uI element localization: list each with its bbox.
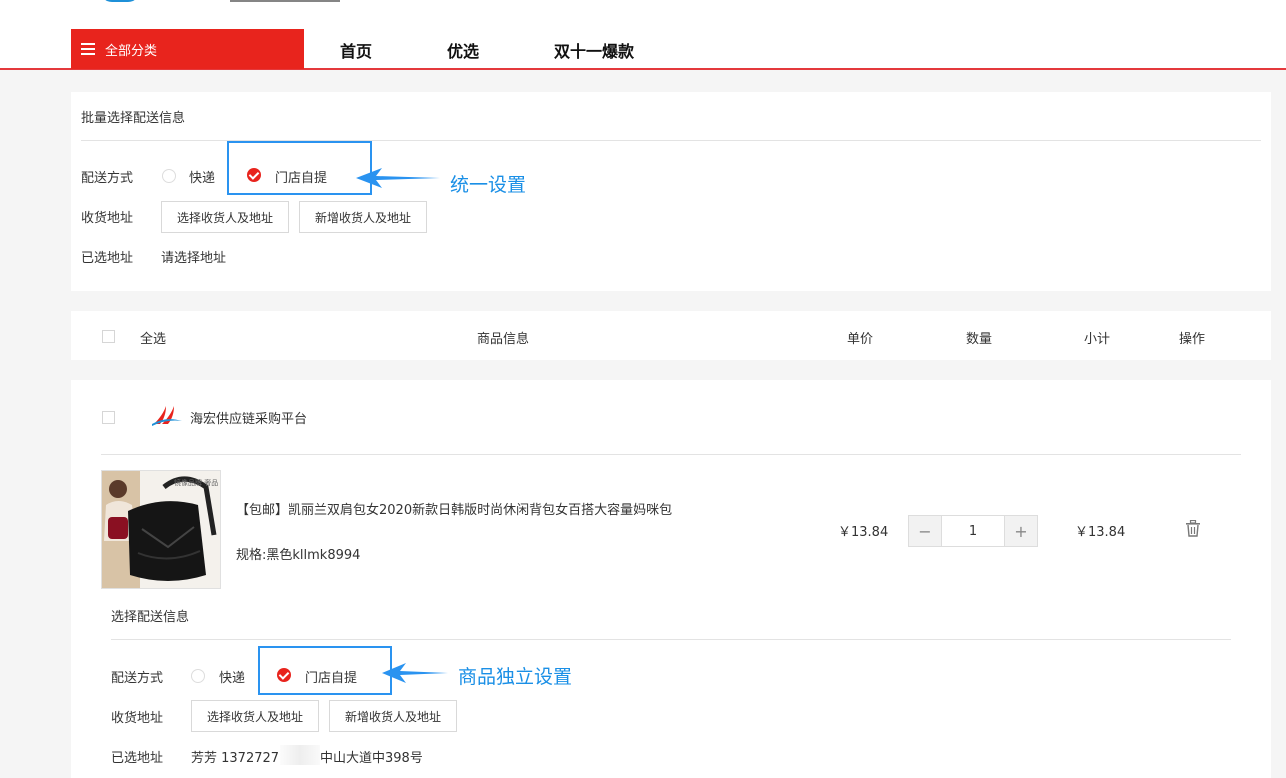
arrow-icon [356,168,440,188]
item-chosen-address-value: 芳芳 1372727 [191,751,280,766]
item-chosen-address-label: 已选地址 [111,751,164,766]
quantity-value[interactable]: 1 [941,516,1005,546]
item-pickup-label[interactable]: 门店自提 [305,667,357,686]
store-name[interactable]: 海宏供应链采购平台 [190,408,307,427]
item-express-radio[interactable] [191,669,205,683]
backpack-image: 镜像品牌 奢品 [102,471,220,588]
col-quantity: 数量 [966,332,993,347]
batch-delivery-title: 批量选择配送信息 [81,111,186,126]
select-all-label[interactable]: 全选 [140,328,166,347]
independent-setting-annotation: 商品独立设置 [458,666,573,688]
batch-pickup-radio[interactable] [247,168,261,182]
quantity-stepper: − 1 + [908,515,1038,547]
all-categories-label: 全部分类 [105,43,158,59]
batch-express-radio[interactable] [162,169,176,183]
quantity-plus-button[interactable]: + [1005,516,1037,546]
item-chosen-address-street: 中山大道中398号 [320,751,423,766]
batch-new-address-button[interactable]: 新增收货人及地址 [299,201,427,233]
batch-chosen-address-label: 已选地址 [81,251,134,266]
logo-text-fragment [230,0,340,2]
all-categories-button[interactable]: 全部分类 [71,29,304,69]
item-delivery-title: 选择配送信息 [111,610,190,625]
product-image[interactable]: 镜像品牌 奢品 [101,470,221,589]
batch-select-address-button[interactable]: 选择收货人及地址 [161,201,289,233]
batch-delivery-method-label: 配送方式 [81,171,134,186]
store-logo-icon [152,406,182,426]
store-checkbox[interactable] [102,411,115,424]
batch-chosen-address-value: 请选择地址 [161,251,227,266]
batch-express-label[interactable]: 快递 [189,167,215,186]
image-caption: 镜像品牌 奢品 [174,478,218,487]
col-actions: 操作 [1179,332,1206,347]
logo[interactable] [100,0,140,2]
item-select-address-button[interactable]: 选择收货人及地址 [191,700,319,732]
item-express-label[interactable]: 快递 [219,667,245,686]
product-spec: 规格:黑色kllmk8994 [236,548,361,563]
unified-setting-annotation: 统一设置 [450,174,527,196]
item-address-label: 收货地址 [111,711,164,726]
select-all-checkbox[interactable] [102,330,115,343]
item-pickup-radio[interactable] [277,668,291,682]
quantity-minus-button[interactable]: − [909,516,941,546]
col-unit-price: 单价 [847,332,874,347]
nav-double-eleven[interactable]: 双十一爆款 [554,38,634,62]
batch-pickup-label[interactable]: 门店自提 [275,167,327,186]
divider [101,454,1241,455]
nav-featured[interactable]: 优选 [447,38,479,62]
divider [111,639,1231,640]
nav-home[interactable]: 首页 [340,38,372,62]
product-unit-price: ￥13.84 [838,525,889,540]
col-subtotal: 小计 [1084,332,1111,347]
item-delivery-method-label: 配送方式 [111,671,164,686]
list-icon [81,43,95,55]
batch-address-label: 收货地址 [81,211,134,226]
privacy-mask [280,745,320,765]
product-title[interactable]: 【包邮】凯丽兰双肩包女2020新款日韩版时尚休闲背包女百搭大容量妈咪包 [236,499,672,518]
arrow-icon [382,663,448,683]
product-subtotal: ￥13.84 [1075,525,1126,540]
trash-icon[interactable] [1185,520,1201,537]
item-new-address-button[interactable]: 新增收货人及地址 [329,700,457,732]
col-product-info: 商品信息 [477,332,530,347]
